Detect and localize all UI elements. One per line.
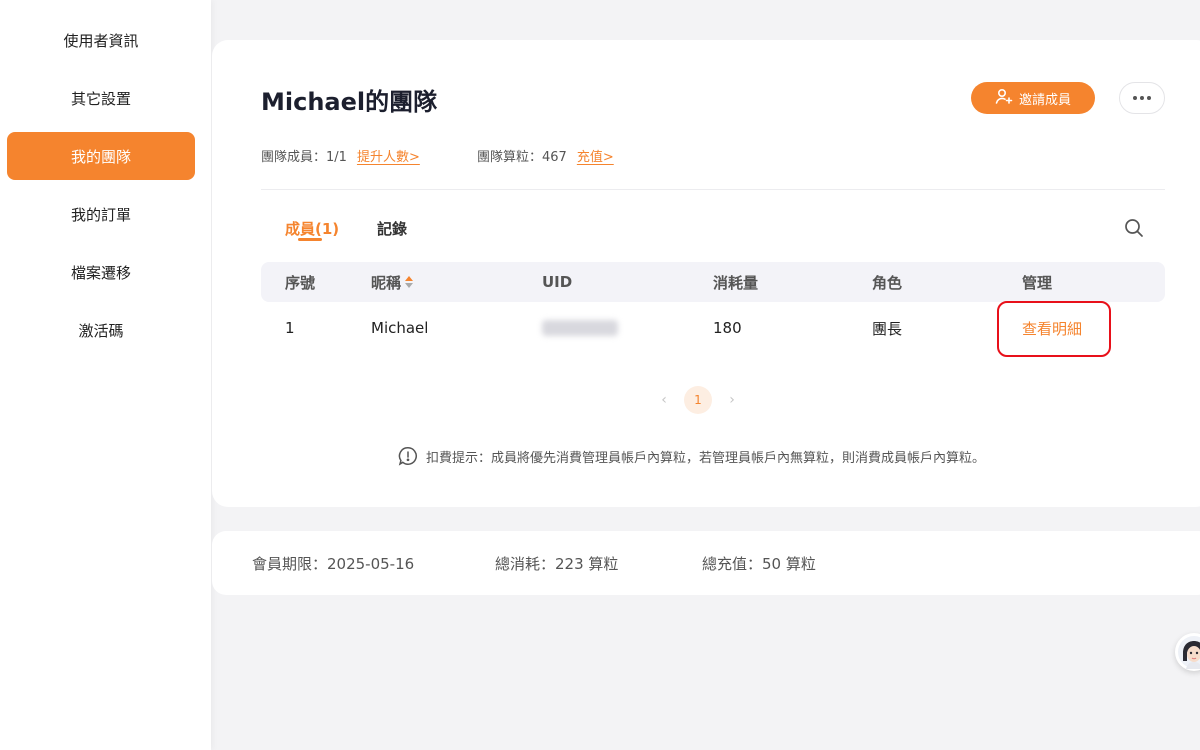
more-options-button[interactable] bbox=[1119, 82, 1165, 114]
sidebar-item-file-migration[interactable]: 檔案遷移 bbox=[7, 248, 195, 296]
team-members-label: 團隊成員： bbox=[261, 150, 327, 165]
more-icon bbox=[1133, 96, 1137, 100]
team-members-value: 1/1 bbox=[326, 150, 347, 165]
sidebar-item-activation-code[interactable]: 激活碼 bbox=[7, 306, 195, 354]
column-header-nickname[interactable]: 昵稱 bbox=[371, 262, 414, 302]
sort-icon[interactable] bbox=[405, 276, 414, 288]
sidebar: 使用者資訊 其它設置 我的團隊 我的訂單 檔案遷移 激活碼 bbox=[0, 0, 211, 750]
column-header-consumption: 消耗量 bbox=[713, 273, 759, 292]
column-header-manage: 管理 bbox=[1022, 273, 1053, 292]
sidebar-item-my-team[interactable]: 我的團隊 bbox=[7, 132, 195, 180]
more-icon-dot bbox=[1140, 96, 1144, 100]
uid-redacted bbox=[542, 320, 618, 336]
next-page-icon[interactable]: › bbox=[726, 392, 738, 408]
assistant-avatar[interactable] bbox=[1175, 633, 1200, 671]
membership-expiry: 會員期限：2025-05-16 bbox=[252, 554, 415, 573]
billing-notice-text: 扣費提示：成員將優先消費管理員帳戶內算粒，若管理員帳戶內無算粒，則消費成員帳戶內… bbox=[426, 450, 986, 466]
upgrade-members-link[interactable]: 提升人數> bbox=[357, 146, 420, 165]
sidebar-item-my-orders[interactable]: 我的訂單 bbox=[7, 190, 195, 238]
page-title: Michael的團隊 bbox=[261, 88, 438, 116]
cell-consumption: 180 bbox=[713, 319, 742, 337]
sidebar-item-user-info[interactable]: 使用者資訊 bbox=[7, 16, 195, 64]
cell-role: 團長 bbox=[872, 319, 903, 338]
team-credits-value: 467 bbox=[542, 150, 567, 165]
column-header-uid: UID bbox=[542, 273, 573, 291]
highlight-annotation bbox=[997, 301, 1111, 357]
column-header-index: 序號 bbox=[285, 273, 316, 292]
cell-uid bbox=[542, 302, 618, 354]
sidebar-item-other-settings[interactable]: 其它設置 bbox=[7, 74, 195, 122]
more-icon-dot bbox=[1147, 96, 1151, 100]
team-credits-meta: 團隊算粒：467 充值> bbox=[477, 146, 614, 165]
team-members-meta: 團隊成員：1/1 提升人數> bbox=[261, 146, 420, 165]
info-icon bbox=[398, 446, 418, 466]
invite-member-label: 邀請成員 bbox=[1018, 92, 1071, 108]
active-tab-indicator bbox=[298, 238, 322, 241]
tab-members[interactable]: 成員(1) bbox=[285, 218, 339, 239]
table-header: 序號 昵稱 UID 消耗量 角色 管理 bbox=[261, 262, 1165, 302]
column-header-role: 角色 bbox=[872, 273, 903, 292]
avatar-face-icon bbox=[1178, 636, 1200, 669]
prev-page-icon[interactable]: ‹ bbox=[658, 392, 670, 408]
billing-notice: 扣費提示：成員將優先消費管理員帳戶內算粒，若管理員帳戶內無算粒，則消費成員帳戶內… bbox=[398, 446, 985, 466]
column-header-nickname-label: 昵稱 bbox=[371, 273, 402, 292]
team-credits-label: 團隊算粒： bbox=[477, 150, 543, 165]
cell-index: 1 bbox=[285, 319, 295, 337]
tab-records[interactable]: 記錄 bbox=[377, 218, 407, 239]
search-icon[interactable] bbox=[1124, 218, 1144, 238]
team-card: Michael的團隊 邀請成員 團隊成員：1/1 提升人數> 團隊算粒：467 … bbox=[212, 40, 1200, 507]
membership-summary: 會員期限：2025-05-16 總消耗：223 算粒 總充值：50 算粒 bbox=[212, 531, 1200, 595]
total-recharge: 總充值：50 算粒 bbox=[702, 554, 816, 573]
add-user-icon bbox=[995, 87, 1013, 109]
invite-member-button[interactable]: 邀請成員 bbox=[971, 82, 1095, 114]
divider bbox=[261, 189, 1165, 190]
pagination: ‹ 1 › bbox=[658, 386, 738, 414]
cell-nickname: Michael bbox=[371, 319, 429, 337]
page-number-current[interactable]: 1 bbox=[684, 386, 712, 414]
total-consumption: 總消耗：223 算粒 bbox=[495, 554, 619, 573]
recharge-link[interactable]: 充值> bbox=[577, 146, 614, 165]
